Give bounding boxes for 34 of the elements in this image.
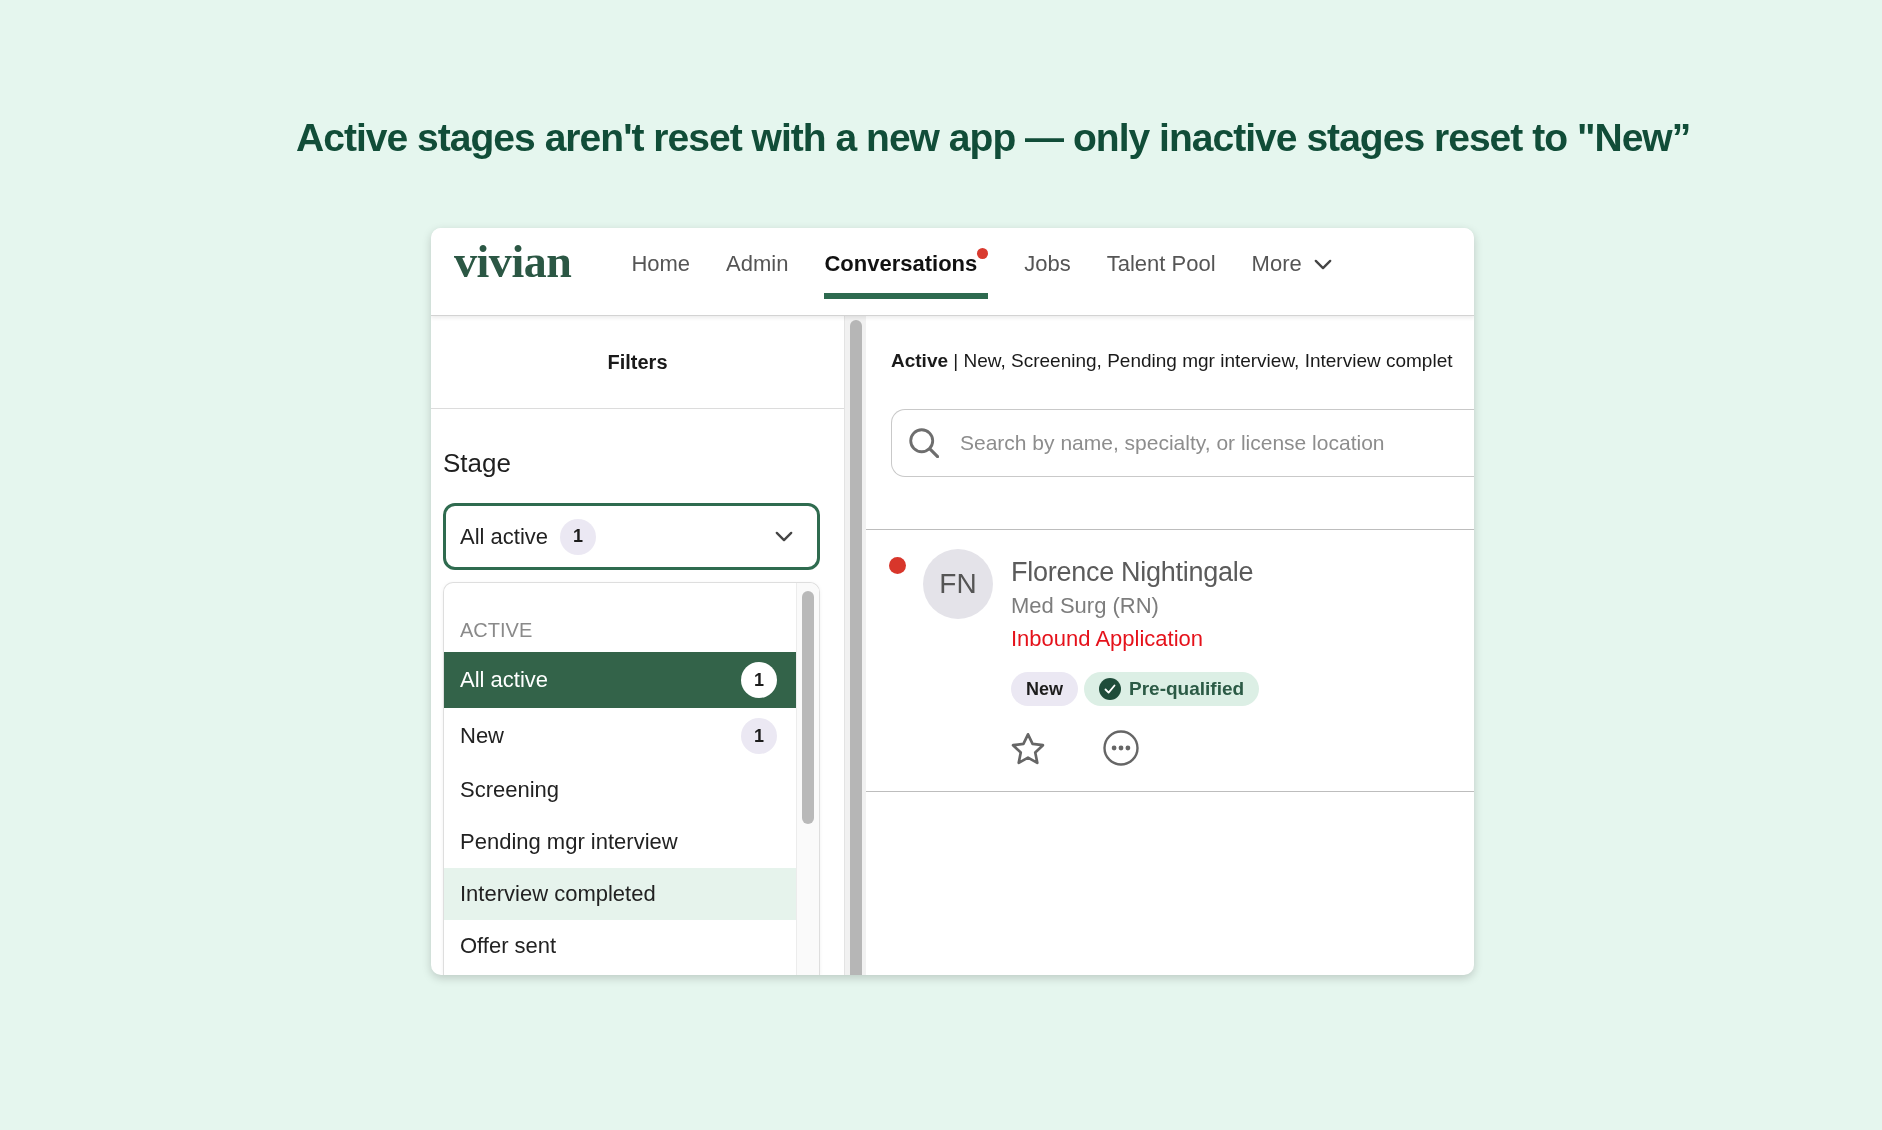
nav-tab[interactable]: More [1251,251,1332,299]
stage-option[interactable]: All active 1 [444,652,796,708]
filters-title: Filters [607,350,668,375]
nav-tab[interactable]: Talent Pool [1106,251,1216,299]
candidate-source: Inbound Application [1011,625,1204,653]
count-badge: 1 [741,662,777,698]
menu-group-label: ACTIVE [459,618,534,643]
stage-label: Stage [443,447,511,479]
nav-tab[interactable]: Admin [726,251,789,299]
logo[interactable]: vivian [454,239,572,285]
star-icon[interactable] [1011,731,1045,765]
headline: Active stages aren't reset with a new app — only inactive stages reset to "New” [296,118,1691,158]
search-icon [909,428,939,458]
stage-tag: New [1011,672,1078,706]
candidate-name: Florence Nightingale [1011,556,1254,588]
nav-tab[interactable]: Conversations [824,251,989,299]
nav-tab[interactable]: Jobs [1024,251,1071,299]
tag-label: Pre-qualified [1129,676,1245,701]
chevron-down-icon [1313,258,1332,270]
stage-option[interactable]: Interview completed [444,868,796,920]
avatar-initials: FN [923,549,993,619]
chevron-down-icon [775,531,793,542]
scrollbar-thumb[interactable] [802,591,814,824]
stage-dropdown[interactable]: All active 1 [443,503,820,570]
nav-tab[interactable]: Home [631,251,691,299]
search-field[interactable]: Search by name, specialty, or license location [891,409,1474,477]
candidate-card[interactable]: FN Florence Nightingale Med Surg (RN) Inbound Application New Pre-qualified [866,530,1474,792]
check-circle-icon [1099,678,1121,700]
scrollbar-thumb[interactable] [850,320,862,975]
candidate-role: Med Surg (RN) [1011,592,1159,620]
count-badge: 1 [560,518,597,555]
stage-summary: Active | New, Screening, Pending mgr interview, Interview complet [890,349,1454,373]
count-badge: 1 [741,718,777,754]
more-options-icon[interactable] [1103,730,1139,766]
